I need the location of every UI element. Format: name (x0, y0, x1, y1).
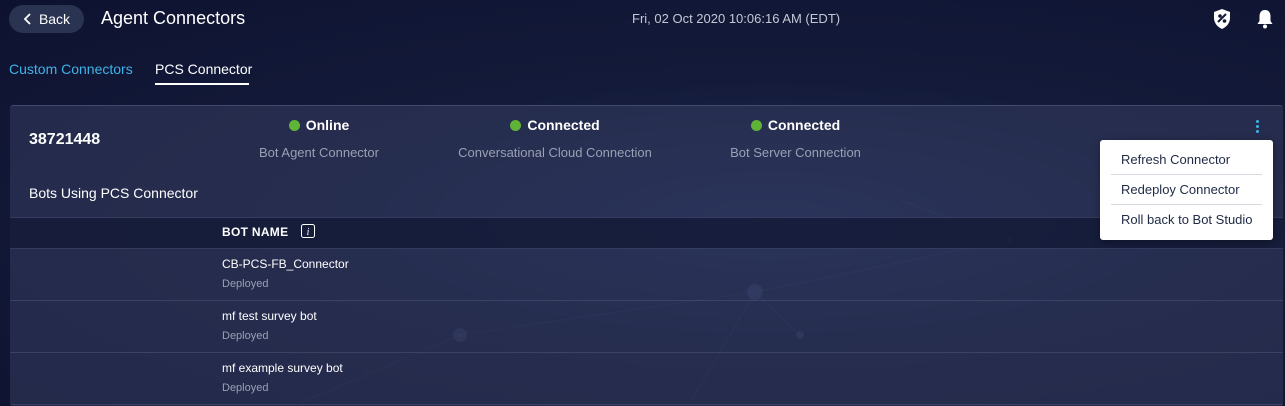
status-value: Connected (527, 117, 600, 133)
bot-name: CB-PCS-FB_Connector (222, 257, 349, 271)
current-datetime: Fri, 02 Oct 2020 10:06:16 AM (EDT) (632, 11, 841, 26)
menu-item-roll-back[interactable]: Roll back to Bot Studio (1121, 212, 1253, 227)
status-bot-agent-connector: Online Bot Agent Connector (259, 117, 379, 160)
menu-item-refresh-connector[interactable]: Refresh Connector (1121, 152, 1230, 167)
status-label: Bot Server Connection (730, 145, 861, 160)
table-header (10, 217, 1283, 249)
status-dot-icon (510, 119, 522, 131)
table-row[interactable]: CB-PCS-FB_Connector Deployed (10, 248, 1283, 301)
chevron-left-icon (23, 13, 31, 25)
status-value: Online (305, 117, 350, 133)
tab-pcs-connector[interactable]: PCS Connector (155, 61, 252, 77)
more-options-icon[interactable] (1252, 119, 1262, 135)
page-title: Agent Connectors (101, 8, 246, 28)
bot-name: mf test survey bot (222, 309, 317, 323)
menu-divider (1111, 204, 1262, 205)
bot-status: Deployed (222, 278, 269, 290)
bot-status: Deployed (222, 382, 269, 394)
column-header-bot-name: BOT NAME (222, 225, 289, 239)
connector-options-menu: Refresh Connector Redeploy Connector Rol… (1100, 140, 1273, 240)
status-dot-icon (750, 119, 762, 131)
menu-item-redeploy-connector[interactable]: Redeploy Connector (1121, 182, 1240, 197)
top-bar: Back Agent Connectors Fri, 02 Oct 2020 1… (0, 0, 1285, 40)
bell-icon[interactable] (1256, 8, 1274, 30)
back-button[interactable]: Back (9, 5, 84, 33)
tab-custom-connectors[interactable]: Custom Connectors (9, 61, 133, 77)
status-dot-icon (288, 119, 300, 131)
back-button-label: Back (38, 11, 71, 27)
active-tab-indicator (155, 83, 249, 85)
bots-section-heading: Bots Using PCS Connector (29, 185, 198, 201)
info-icon[interactable]: i (301, 224, 315, 238)
status-label: Bot Agent Connector (259, 145, 379, 160)
bot-status: Deployed (222, 330, 269, 342)
status-bot-server: Connected Bot Server Connection (730, 117, 861, 160)
table-row[interactable]: mf test survey bot Deployed (10, 300, 1283, 353)
connector-id: 38721448 (29, 131, 101, 148)
status-label: Conversational Cloud Connection (458, 145, 652, 160)
bot-name: mf example survey bot (222, 361, 343, 375)
status-conversational-cloud: Connected Conversational Cloud Connectio… (458, 117, 652, 160)
table-row[interactable]: mf example survey bot Deployed (10, 352, 1283, 405)
status-value: Connected (767, 117, 841, 133)
svg-text:i: i (307, 227, 310, 238)
shield-icon[interactable] (1212, 8, 1232, 30)
menu-divider (1111, 174, 1262, 175)
